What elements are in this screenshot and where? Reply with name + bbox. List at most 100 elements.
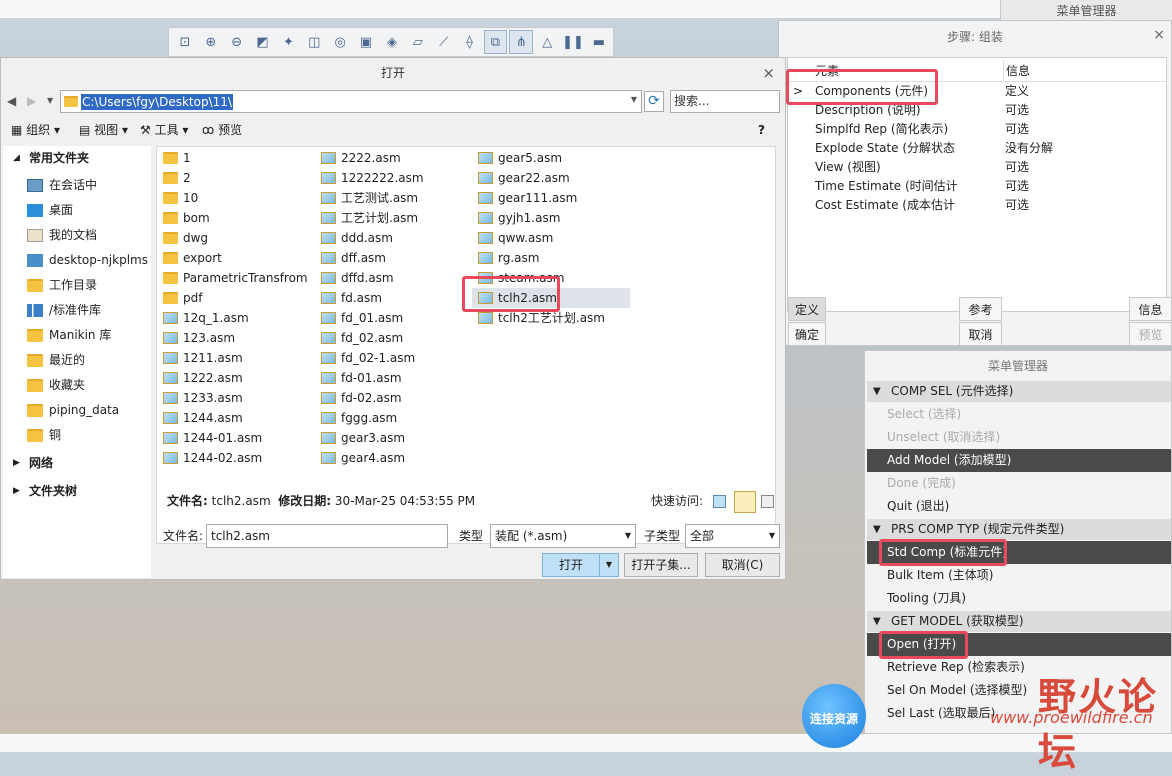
- table-row[interactable]: Simplfd Rep (简化表示) 可选: [788, 120, 1166, 139]
- sidebar-item-manikin[interactable]: Manikin 库: [3, 323, 151, 348]
- quick-list-icon[interactable]: [761, 495, 774, 508]
- address-bar[interactable]: C:\Users\fgy\Desktop\11\ ▼: [60, 90, 642, 113]
- file-item[interactable]: 12q_1.asm: [157, 308, 249, 328]
- cancel-button[interactable]: 取消(C): [705, 553, 780, 577]
- ok-button[interactable]: 确定: [788, 322, 826, 346]
- menu-item-unselect[interactable]: Unselect (取消选择): [867, 426, 1171, 449]
- file-item[interactable]: ddd.asm: [315, 228, 393, 248]
- file-item[interactable]: export: [157, 248, 222, 268]
- menu-item-add-model[interactable]: Add Model (添加模型): [867, 449, 1171, 472]
- sidebar-item-piping[interactable]: piping_data: [3, 398, 151, 423]
- file-item[interactable]: 1: [157, 148, 191, 168]
- subtype-select[interactable]: 全部 ▼: [685, 524, 780, 548]
- menu-item-tooling[interactable]: Tooling (刀具): [867, 587, 1171, 610]
- sidebar-item-copper[interactable]: 铜: [3, 423, 151, 448]
- file-item[interactable]: 2222.asm: [315, 148, 401, 168]
- file-item[interactable]: pdf: [157, 288, 202, 308]
- sidebar-network[interactable]: ▶ 网络: [3, 451, 151, 476]
- file-item[interactable]: 1233.asm: [157, 388, 243, 408]
- help-icon[interactable]: ?: [758, 120, 765, 140]
- file-item[interactable]: 1211.asm: [157, 348, 243, 368]
- chevron-down-icon[interactable]: ▼: [631, 95, 637, 104]
- info-button[interactable]: 信息: [1129, 297, 1172, 321]
- file-item[interactable]: gyjh1.asm: [472, 208, 560, 228]
- file-item[interactable]: gear5.asm: [472, 148, 562, 168]
- saved-views-icon[interactable]: ◎: [328, 30, 352, 54]
- file-item[interactable]: 1222222.asm: [315, 168, 424, 188]
- file-item[interactable]: dff.asm: [315, 248, 386, 268]
- sidebar-item-session[interactable]: 在会话中: [3, 173, 151, 198]
- view-box-icon[interactable]: ◫: [302, 30, 326, 54]
- sidebar-item-favorites[interactable]: 收藏夹: [3, 373, 151, 398]
- file-item[interactable]: dwg: [157, 228, 208, 248]
- file-item[interactable]: 工艺计划.asm: [315, 208, 418, 228]
- file-item[interactable]: fd-02.asm: [315, 388, 402, 408]
- datum-axes-icon[interactable]: ⟋: [432, 30, 456, 54]
- search-input[interactable]: 搜索...: [670, 90, 780, 113]
- file-item[interactable]: fd-01.asm: [315, 368, 402, 388]
- file-item[interactable]: fggg.asm: [315, 408, 397, 428]
- menu-item-bulk-item[interactable]: Bulk Item (主体项): [867, 564, 1171, 587]
- file-item[interactable]: 1244.asm: [157, 408, 243, 428]
- warning-icon[interactable]: △: [535, 30, 559, 54]
- view-menu[interactable]: ▤ 视图 ▾: [79, 120, 128, 140]
- file-item[interactable]: 10: [157, 188, 198, 208]
- section-comp-sel[interactable]: ▼ COMP SEL (元件选择): [867, 381, 1171, 402]
- stop-icon[interactable]: ▬: [587, 30, 611, 54]
- zoom-in-icon[interactable]: ⊕: [199, 30, 223, 54]
- spin-icon[interactable]: ✦: [277, 30, 301, 54]
- shade-icon[interactable]: ◈: [380, 30, 404, 54]
- datum-planes-icon[interactable]: ▱: [406, 30, 430, 54]
- file-item[interactable]: gear111.asm: [472, 188, 577, 208]
- table-row[interactable]: Time Estimate (时间估计 可选: [788, 177, 1166, 196]
- file-item[interactable]: 1244-02.asm: [157, 448, 262, 468]
- menu-item-select[interactable]: Select (选择): [867, 403, 1171, 426]
- file-item[interactable]: gear4.asm: [315, 448, 405, 468]
- zoom-out-icon[interactable]: ⊖: [225, 30, 249, 54]
- sidebar-item-workdir[interactable]: 工作目录: [3, 273, 151, 298]
- refs-button[interactable]: 参考: [959, 297, 1002, 321]
- back-icon[interactable]: ◀: [7, 94, 16, 108]
- open-subset-button[interactable]: 打开子集...: [624, 553, 698, 577]
- sidebar-item-recent[interactable]: 最近的: [3, 348, 151, 373]
- table-row[interactable]: Cost Estimate (成本估计 可选: [788, 196, 1166, 215]
- history-dropdown-icon[interactable]: ▼: [47, 96, 53, 105]
- file-item[interactable]: dffd.asm: [315, 268, 394, 288]
- quick-view-icon[interactable]: [713, 495, 726, 508]
- zoom-fit-icon[interactable]: ⊡: [173, 30, 197, 54]
- menu-item-quit[interactable]: Quit (退出): [867, 495, 1171, 518]
- pause-icon[interactable]: ❚❚: [561, 30, 585, 54]
- file-item[interactable]: ParametricTransfrom: [157, 268, 308, 288]
- section-prs-comp-typ[interactable]: ▼ PRS COMP TYP (规定元件类型): [867, 519, 1171, 540]
- table-row[interactable]: Explode State (分解状态 没有分解: [788, 139, 1166, 158]
- close-icon[interactable]: ×: [1153, 27, 1165, 43]
- file-item[interactable]: 123.asm: [157, 328, 235, 348]
- tools-menu[interactable]: ⚒ 工具 ▾: [140, 120, 188, 140]
- cancel-button[interactable]: 取消: [959, 322, 1002, 346]
- annotation-icon[interactable]: ⟠: [458, 30, 482, 54]
- organize-menu[interactable]: ▦ 组织 ▾: [11, 120, 60, 140]
- define-button[interactable]: 定义: [788, 297, 826, 321]
- sidebar-folder-tree[interactable]: ▶ 文件夹树: [3, 479, 151, 504]
- file-item[interactable]: fd_01.asm: [315, 308, 403, 328]
- sidebar-item-computer[interactable]: desktop-njkplms: [3, 248, 151, 273]
- filename-input[interactable]: tclh2.asm: [206, 524, 448, 548]
- chat-button[interactable]: 连接资源: [802, 684, 866, 748]
- component-display-icon[interactable]: ⧉: [483, 30, 508, 54]
- refresh-icon[interactable]: ⟳: [644, 91, 664, 112]
- sidebar-item-documents[interactable]: 我的文档: [3, 223, 151, 248]
- file-item[interactable]: fd_02.asm: [315, 328, 403, 348]
- sidebar-item-desktop[interactable]: 桌面: [3, 198, 151, 223]
- open-button[interactable]: 打开: [542, 553, 600, 577]
- type-select[interactable]: 装配 (*.asm) ▼: [490, 524, 636, 548]
- screenshot-icon[interactable]: ▣: [354, 30, 378, 54]
- model-tree-icon[interactable]: ⋔: [509, 30, 534, 54]
- file-item[interactable]: qww.asm: [472, 228, 553, 248]
- file-item[interactable]: gear22.asm: [472, 168, 570, 188]
- quick-folder-icon[interactable]: [734, 491, 756, 513]
- sidebar-favorites[interactable]: ◢ 常用文件夹: [3, 146, 151, 171]
- table-row[interactable]: View (视图) 可选: [788, 158, 1166, 177]
- section-get-model[interactable]: ▼ GET MODEL (获取模型): [867, 611, 1171, 632]
- file-item[interactable]: gear3.asm: [315, 428, 405, 448]
- file-item[interactable]: rg.asm: [472, 248, 539, 268]
